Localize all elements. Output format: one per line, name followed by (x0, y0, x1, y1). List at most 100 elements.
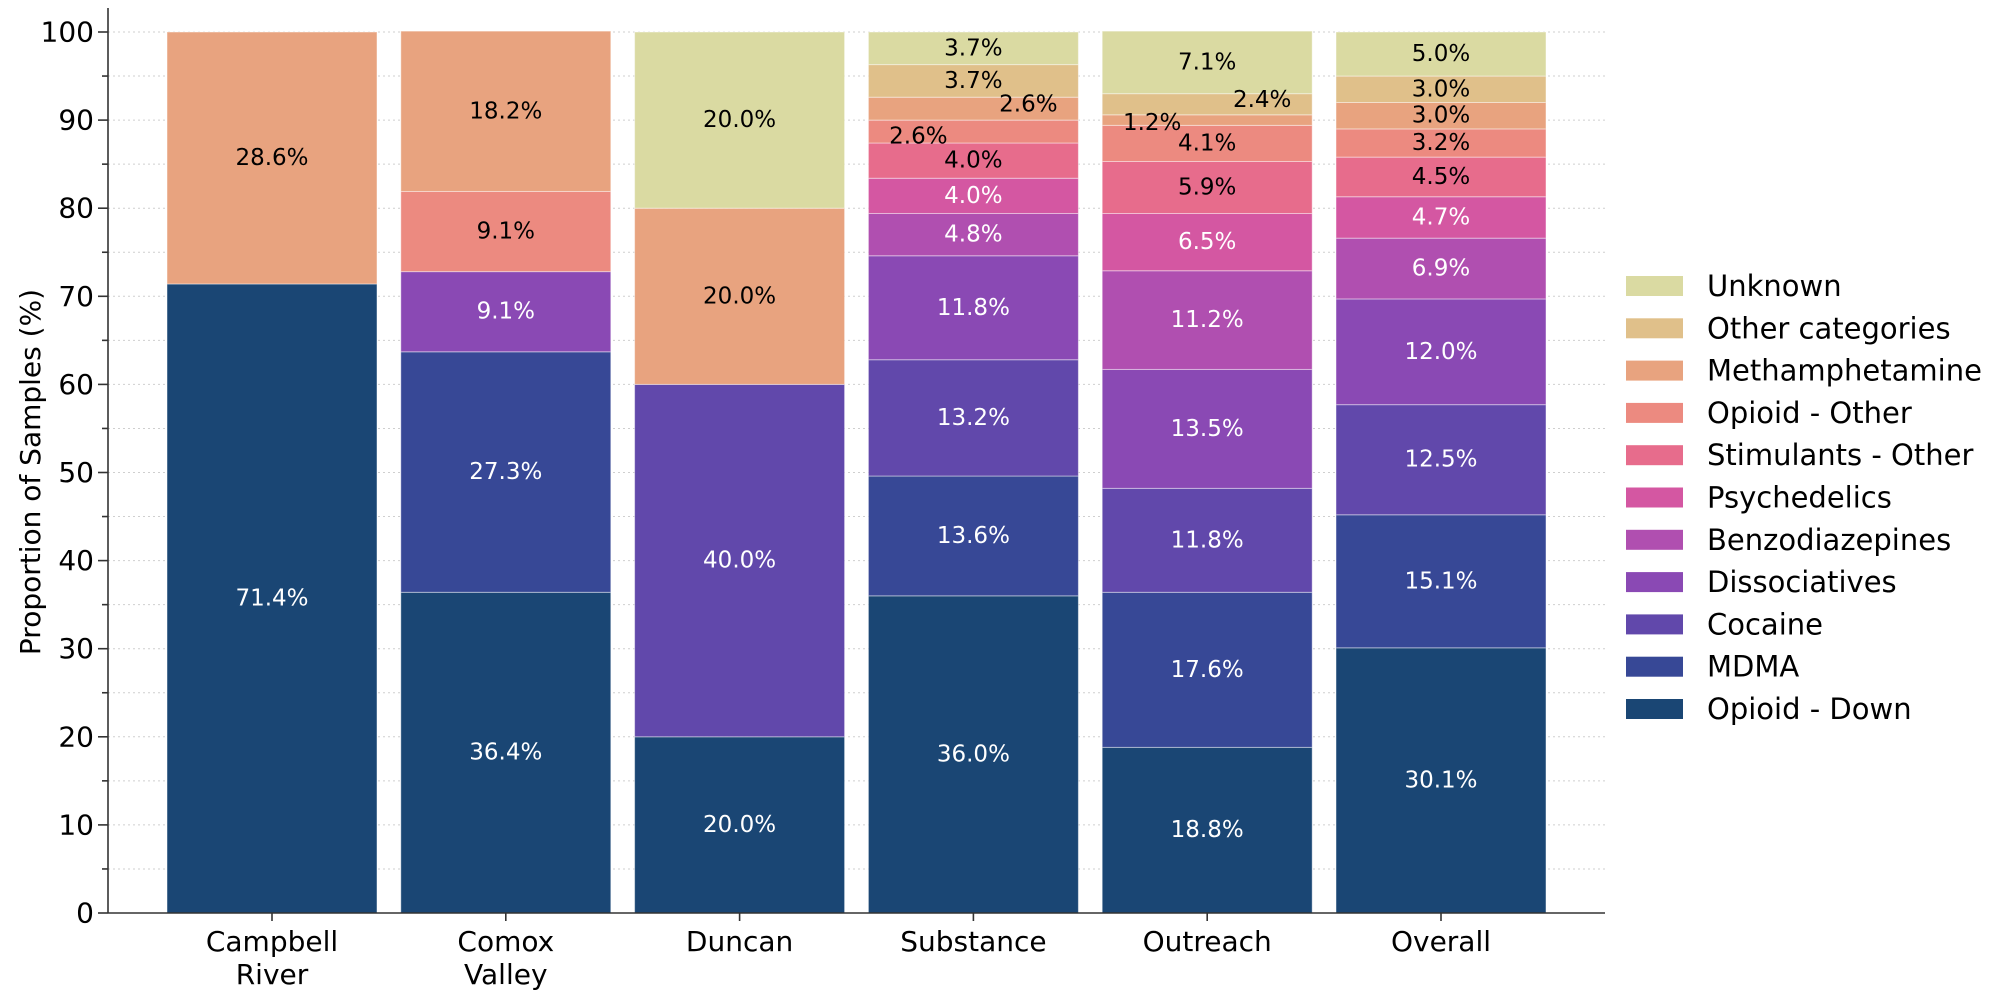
y-tick-label: 70 (58, 280, 94, 313)
data-label: 13.5% (1171, 416, 1244, 442)
stacked-bar-chart: 71.4% 28.6% 36.4% 27.3% 9.1% 9.1% 18.2% 20.0% 40… (14, 8, 1982, 991)
data-label: 36.0% (937, 741, 1010, 767)
legend: Unknown Other categories Methamphetamine Op… (1626, 269, 1982, 726)
legend-swatch (1626, 276, 1683, 296)
y-tick-label: 40 (58, 544, 94, 577)
data-label: 2.6% (889, 124, 947, 150)
legend-label: Other categories (1707, 311, 1951, 345)
x-tick-label: Duncan (686, 925, 793, 958)
data-label: 9.1% (477, 219, 535, 245)
data-label: 4.8% (944, 222, 1002, 248)
data-label: 2.4% (1233, 87, 1291, 113)
legend-item: MDMA (1626, 650, 1799, 684)
legend-item: Stimulants - Other (1626, 438, 1973, 472)
x-tick-label: Comox (457, 925, 554, 958)
data-label: 71.4% (235, 585, 308, 611)
data-label: 13.2% (937, 405, 1010, 431)
y-tick-label: 90 (58, 104, 94, 137)
data-label: 6.5% (1178, 229, 1236, 255)
legend-label: MDMA (1707, 650, 1799, 684)
data-label: 30.1% (1404, 767, 1477, 793)
data-label: 3.2% (1412, 130, 1470, 156)
data-label: 11.8% (1171, 527, 1244, 553)
legend-label: Stimulants - Other (1707, 438, 1973, 472)
x-tick-label: River (236, 958, 309, 991)
data-label: 17.6% (1171, 657, 1244, 683)
legend-item: Methamphetamine (1626, 354, 1982, 388)
legend-swatch (1626, 360, 1683, 381)
y-tick-label: 50 (58, 456, 94, 489)
data-label: 3.0% (1412, 103, 1470, 129)
data-label: 3.7% (944, 35, 1002, 61)
legend-item: Psychedelics (1626, 481, 1892, 515)
data-label: 12.5% (1404, 447, 1477, 473)
legend-label: Dissociatives (1707, 565, 1897, 599)
data-label: 6.9% (1412, 256, 1470, 282)
legend-item: Other categories (1626, 311, 1951, 345)
y-tick-label: 60 (58, 368, 94, 401)
data-label: 13.6% (937, 523, 1010, 549)
data-label: 3.0% (1412, 76, 1470, 102)
y-tick-label: 10 (58, 808, 94, 841)
data-label: 11.2% (1171, 307, 1244, 333)
legend-item: Benzodiazepines (1626, 523, 1951, 557)
data-label: 36.4% (469, 740, 542, 766)
legend-swatch (1626, 656, 1683, 677)
x-tick-label: Overall (1391, 925, 1491, 958)
legend-swatch (1626, 445, 1683, 466)
data-label: 20.0% (703, 107, 776, 133)
legend-swatch (1626, 699, 1683, 719)
legend-swatch (1626, 572, 1683, 593)
legend-item: Opioid - Other (1626, 396, 1912, 430)
data-label: 5.0% (1412, 41, 1470, 67)
legend-label: Opioid - Down (1707, 692, 1912, 726)
data-label: 12.0% (1404, 339, 1477, 365)
data-label: 5.9% (1178, 174, 1236, 200)
x-tick-label: Valley (464, 958, 548, 991)
y-axis-title: Proportion of Samples (%) (14, 289, 47, 655)
y-tick-label: 30 (58, 632, 94, 665)
data-label: 15.1% (1404, 568, 1477, 594)
data-label: 4.5% (1412, 164, 1470, 190)
data-label: 1.2% (1123, 110, 1181, 136)
data-label: 3.7% (944, 68, 1002, 94)
legend-label: Benzodiazepines (1707, 523, 1951, 557)
legend-item: Unknown (1626, 269, 1842, 303)
data-label: 27.3% (469, 459, 542, 485)
data-label: 4.0% (944, 148, 1002, 174)
data-label: 9.1% (477, 299, 535, 325)
data-label: 4.7% (1412, 204, 1470, 230)
data-label: 18.2% (469, 98, 542, 124)
x-tick-label: Campbell (206, 925, 338, 958)
legend-label: Unknown (1707, 269, 1842, 303)
legend-item: Dissociatives (1626, 565, 1897, 599)
data-label: 4.0% (944, 183, 1002, 209)
data-label: 11.8% (937, 295, 1010, 321)
y-tick-label: 100 (41, 16, 94, 49)
data-label: 40.0% (703, 548, 776, 574)
legend-item: Opioid - Down (1626, 692, 1912, 726)
legend-swatch (1626, 402, 1683, 423)
legend-item: Cocaine (1626, 607, 1823, 641)
data-label: 2.6% (999, 92, 1057, 118)
data-label: 18.8% (1171, 817, 1244, 843)
y-tick-label: 0 (76, 897, 94, 930)
legend-swatch (1626, 614, 1683, 635)
legend-label: Cocaine (1707, 607, 1823, 641)
data-label: 4.1% (1178, 130, 1236, 156)
legend-swatch (1626, 529, 1683, 550)
bars (166, 30, 1547, 914)
x-tick-label: Outreach (1143, 925, 1272, 958)
y-tick-label: 20 (58, 720, 94, 753)
data-label: 20.0% (703, 283, 776, 309)
legend-label: Psychedelics (1707, 481, 1892, 515)
data-label: 7.1% (1178, 49, 1236, 75)
y-tick-label: 80 (58, 192, 94, 225)
legend-swatch (1626, 487, 1683, 508)
data-label: 20.0% (703, 812, 776, 838)
x-tick-label: Substance (900, 925, 1046, 958)
legend-swatch (1626, 318, 1683, 339)
legend-label: Opioid - Other (1707, 396, 1912, 430)
legend-label: Methamphetamine (1707, 354, 1982, 388)
data-label: 28.6% (235, 145, 308, 171)
